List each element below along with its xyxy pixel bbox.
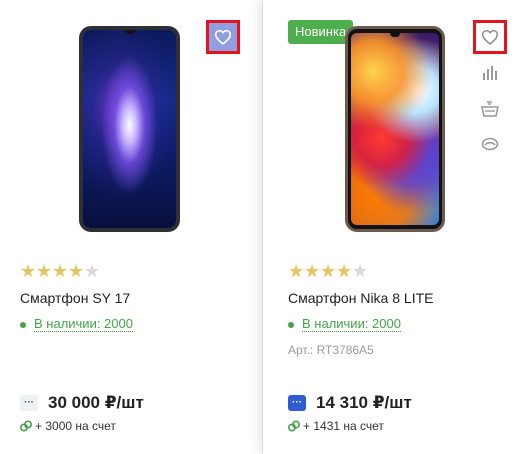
- heart-icon: [214, 29, 232, 45]
- stock-status[interactable]: В наличии: 2000: [288, 316, 401, 332]
- add-to-cart-button[interactable]: [478, 97, 502, 121]
- bonus-points: + 3000 на счет: [20, 419, 116, 433]
- star-filled-icon: ★: [52, 261, 69, 281]
- price: 30 000 ₽/шт: [48, 393, 144, 412]
- star-empty-icon: ★: [84, 261, 101, 281]
- product-title[interactable]: Смартфон SY 17: [20, 290, 130, 306]
- star-filled-icon: ★: [36, 261, 53, 281]
- star-filled-icon: ★: [68, 261, 85, 281]
- favorite-button[interactable]: [206, 20, 240, 54]
- rating-stars: ★★★★★: [20, 262, 100, 280]
- ellipsis-icon[interactable]: ···: [288, 395, 306, 411]
- price-row: ··· 14 310 ₽/шт: [288, 393, 412, 413]
- product-image-nika8[interactable]: [345, 26, 445, 232]
- stock-status[interactable]: В наличии: 2000: [20, 316, 133, 332]
- compare-button[interactable]: [478, 61, 502, 85]
- bonus-points: + 1431 на счет: [288, 419, 384, 433]
- rating-stars: ★★★★★: [288, 262, 368, 280]
- star-filled-icon: ★: [20, 261, 37, 281]
- price: 14 310 ₽/шт: [316, 393, 412, 412]
- star-empty-icon: ★: [352, 261, 369, 281]
- favorite-button[interactable]: [473, 20, 507, 54]
- product-card-sy17[interactable]: ★★★★★ Смартфон SY 17 В наличии: 2000 ···…: [0, 0, 262, 454]
- new-badge: Новинка: [288, 20, 354, 44]
- eye-icon: [481, 137, 499, 151]
- basket-icon: [481, 101, 499, 117]
- star-filled-icon: ★: [320, 261, 337, 281]
- star-filled-icon: ★: [288, 261, 305, 281]
- coins-icon: [288, 420, 300, 432]
- product-image-sy17[interactable]: [79, 26, 180, 232]
- product-sku: Арт.: RT3786A5: [288, 343, 374, 357]
- price-row: ··· 30 000 ₽/шт: [20, 393, 144, 413]
- ellipsis-icon[interactable]: ···: [20, 395, 38, 411]
- stock-dot-icon: [20, 322, 26, 328]
- coins-icon: [20, 420, 32, 432]
- product-title[interactable]: Смартфон Nika 8 LITE: [288, 290, 433, 306]
- bar-chart-icon: [483, 66, 497, 80]
- quick-view-button[interactable]: [478, 132, 502, 156]
- heart-icon: [481, 29, 499, 45]
- star-filled-icon: ★: [304, 261, 321, 281]
- stock-dot-icon: [288, 322, 294, 328]
- star-filled-icon: ★: [336, 261, 353, 281]
